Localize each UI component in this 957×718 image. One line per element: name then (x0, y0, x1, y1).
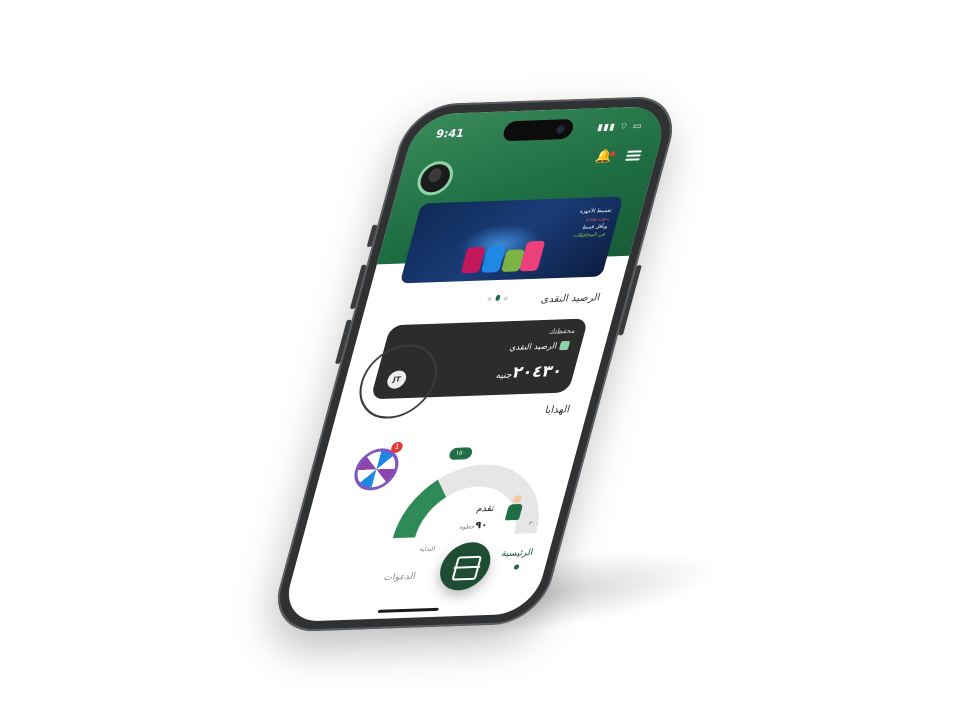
phone-volume-up (349, 264, 367, 309)
progress-label: تقدم (475, 503, 496, 515)
wheel-badge: 1 (389, 441, 404, 454)
menu-icon[interactable] (625, 148, 643, 162)
banner-line: في المحافظات (572, 231, 606, 239)
scan-button[interactable] (434, 541, 496, 592)
spin-wheel-icon[interactable] (349, 447, 404, 492)
gauge-end-label: ٣٠٠ (527, 520, 540, 528)
wallet-icon (558, 340, 571, 351)
progress-steps: ٩٠خطوة (457, 520, 489, 532)
nav-home[interactable]: الرئيسية (500, 548, 534, 559)
balance-label: الرصيد النقدي (508, 340, 571, 352)
wallet-card[interactable]: محفظتك الرصيد النقدي ٢٠٤٣٠جنيه JT (350, 318, 589, 420)
app-screen: 9:41 ▮▮▮ ⌔ ▭ 🔔 تقسيط الأجهزة بدون مقدم و… (279, 105, 671, 623)
bottom-nav: الرئيسية الدعوات (280, 534, 554, 623)
avatar[interactable] (413, 160, 458, 196)
status-time: 9:41 (434, 126, 466, 141)
balance-amount: ٢٠٤٣٠جنيه (490, 360, 565, 382)
stage: 9:41 ▮▮▮ ⌔ ▭ 🔔 تقسيط الأجهزة بدون مقدم و… (0, 0, 957, 718)
balance-value: ٢٠٤٣٠ (510, 360, 565, 382)
gauge-fill (392, 479, 447, 539)
dynamic-island (501, 118, 576, 142)
wallet-title: محفظتك (548, 326, 577, 336)
promo-banner[interactable]: تقسيط الأجهزة بدون مقدم وبأقل قسط في الم… (399, 196, 624, 284)
nav-invites[interactable]: الدعوات (383, 572, 417, 583)
carousel-dot-active[interactable] (495, 294, 501, 301)
status-icons: ▮▮▮ ⌔ ▭ (596, 121, 644, 134)
bell-icon[interactable]: 🔔 (594, 149, 616, 165)
banner-text: تقسيط الأجهزة بدون مقدم وبأقل قسط في الم… (539, 207, 612, 241)
camera-icon (555, 125, 566, 134)
carousel-dot[interactable] (487, 297, 493, 302)
phone-volume-down (334, 319, 352, 364)
nav-active-dot (513, 564, 520, 570)
notification-dot (609, 151, 616, 157)
carousel-dots[interactable] (484, 285, 513, 305)
balance-label-text: الرصيد النقدي (508, 341, 559, 352)
cash-section-title: الرصيد النقدى (539, 292, 602, 306)
phone-side-button (366, 224, 378, 247)
carousel-dot[interactable] (503, 296, 509, 301)
scan-icon (451, 555, 483, 581)
home-indicator (377, 607, 439, 613)
